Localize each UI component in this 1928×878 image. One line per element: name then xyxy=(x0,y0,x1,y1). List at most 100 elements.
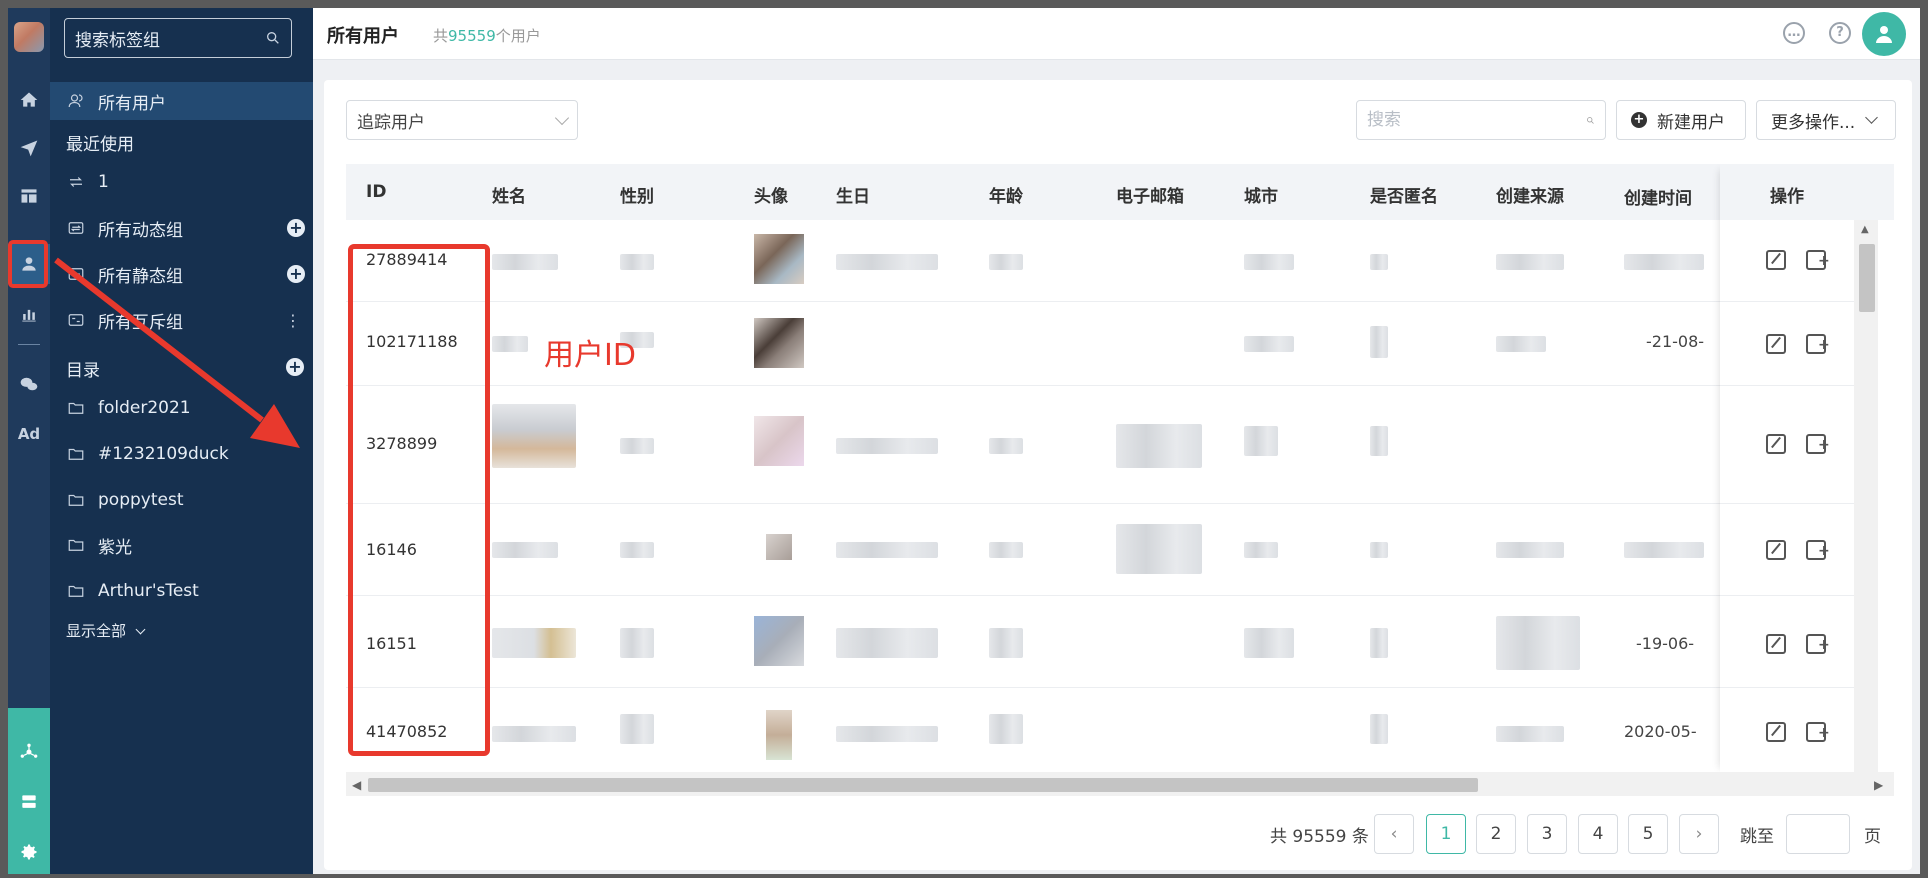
user-avatar-icon xyxy=(1876,26,1892,43)
column-header[interactable]: 性别 xyxy=(620,182,654,207)
sidebar-item-label: 所有静态组 xyxy=(98,266,183,287)
user-search-input[interactable] xyxy=(1367,110,1586,130)
next-page-button[interactable]: › xyxy=(1679,814,1719,854)
created-time-cell: -19-06- xyxy=(1636,634,1695,653)
gear-icon[interactable] xyxy=(8,832,50,872)
sidebar-item-label: #1232109duck xyxy=(98,444,229,464)
sidebar-item-dynamic-groups[interactable]: 所有动态组 + xyxy=(50,209,313,247)
page-button[interactable]: 3 xyxy=(1527,814,1567,854)
directory-heading: 目录 xyxy=(66,361,100,381)
page-button[interactable]: 4 xyxy=(1578,814,1618,854)
exclusive-group-icon xyxy=(66,310,86,330)
more-vertical-icon[interactable]: ⋮ xyxy=(285,311,301,330)
user-table: ID 姓名 性别 头像 生日 年龄 电子邮箱 城市 是否匿名 创建来源 创建时间… xyxy=(346,164,1894,774)
sidebar-item-static-groups[interactable]: 所有静态组 + xyxy=(50,255,313,293)
vertical-scrollbar-thumb[interactable] xyxy=(1859,244,1875,312)
folder-icon xyxy=(66,444,86,464)
layout-icon[interactable] xyxy=(8,176,50,216)
horizontal-scrollbar-thumb[interactable] xyxy=(368,778,1478,792)
app-logo xyxy=(14,22,44,52)
add-dynamic-group-icon[interactable]: + xyxy=(287,219,305,237)
home-icon[interactable] xyxy=(8,80,50,120)
user-avatar-thumbnail xyxy=(766,710,792,760)
column-header[interactable]: 电子邮箱 xyxy=(1116,182,1184,207)
user-avatar-thumbnail xyxy=(766,534,792,560)
sidebar-item-label: folder2021 xyxy=(98,398,191,418)
sidebar-item-folder[interactable]: 紫光 xyxy=(50,526,313,564)
sidebar-item-folder[interactable]: #1232109duck xyxy=(50,435,313,473)
app-window: Ad 搜索标签组 所有用户 最近使用 1 所有动态组 + 所有静态组 + 所有互… xyxy=(8,8,1920,874)
show-all-label: 显示全部 xyxy=(66,622,127,640)
column-header[interactable]: 年龄 xyxy=(989,182,1023,207)
user-avatar-thumbnail xyxy=(754,318,804,368)
page-unit-label: 页 xyxy=(1864,827,1881,847)
column-header[interactable]: 创建来源 xyxy=(1496,182,1564,207)
search-icon[interactable] xyxy=(1586,112,1595,129)
sidebar-item-folder[interactable]: Arthur'sTest xyxy=(50,572,313,610)
sidebar-item-all-users[interactable]: 所有用户 xyxy=(50,82,313,120)
column-header[interactable]: 创建时间 xyxy=(1624,184,1692,209)
prev-page-button[interactable]: ‹ xyxy=(1374,814,1414,854)
column-header[interactable]: 生日 xyxy=(836,182,870,207)
column-header[interactable]: 是否匿名 xyxy=(1370,182,1438,207)
page-button[interactable]: 1 xyxy=(1426,814,1466,854)
table-row: 27889414 xyxy=(346,220,1854,302)
sidebar-item-label: 所有用户 xyxy=(98,93,166,114)
table-row: 3278899 xyxy=(346,386,1854,504)
sidebar-item-folder[interactable]: poppytest xyxy=(50,481,313,519)
page-header: 所有用户 共95559个用户 … ? xyxy=(313,8,1920,60)
more-actions-label: 更多操作... xyxy=(1771,112,1856,133)
new-user-button[interactable]: + 新建用户 xyxy=(1616,100,1746,140)
show-all-link[interactable]: 显示全部 xyxy=(66,620,146,641)
users-icon xyxy=(66,91,86,111)
user-avatar-thumbnail xyxy=(754,234,804,284)
annotation-highlight-rail xyxy=(8,240,48,288)
sidebar-item-label: Arthur'sTest xyxy=(98,581,199,601)
page-button[interactable]: 5 xyxy=(1628,814,1668,854)
table-row: 16151 -19-06- xyxy=(346,596,1854,688)
filter-select-value: 追踪用户 xyxy=(357,112,425,133)
page-button[interactable]: 2 xyxy=(1476,814,1516,854)
help-icon[interactable]: ? xyxy=(1829,22,1851,44)
chat-icon[interactable]: … xyxy=(1783,22,1805,44)
search-icon xyxy=(267,31,279,44)
user-list-card: 追踪用户 + 新建用户 更多操作... ID 姓名 性别 头像 生日 年龄 电子… xyxy=(324,80,1912,870)
scroll-up-icon[interactable]: ▲ xyxy=(1861,224,1869,235)
server-icon[interactable] xyxy=(8,782,50,822)
add-directory-icon[interactable]: + xyxy=(286,358,304,376)
sidebar-item-recent-1[interactable]: 1 xyxy=(50,163,313,201)
annotation-highlight-box xyxy=(348,244,490,756)
user-filter-select[interactable]: 追踪用户 xyxy=(346,100,578,140)
folder-icon xyxy=(66,581,86,601)
icon-rail: Ad xyxy=(8,8,50,874)
created-time-cell: 2020-05- xyxy=(1624,722,1697,741)
column-header[interactable]: ID xyxy=(366,182,386,202)
tag-group-search-input[interactable]: 搜索标签组 xyxy=(64,18,292,58)
ad-icon[interactable]: Ad xyxy=(8,414,50,454)
column-header[interactable]: 头像 xyxy=(754,182,788,207)
sidebar-item-label: poppytest xyxy=(98,490,184,510)
network-icon[interactable] xyxy=(8,732,50,772)
jump-to-page-input[interactable] xyxy=(1786,814,1850,854)
scroll-right-icon[interactable]: ▶ xyxy=(1874,778,1883,792)
tag-group-sidebar: 搜索标签组 所有用户 最近使用 1 所有动态组 + 所有静态组 + 所有互斥组 … xyxy=(50,8,313,874)
new-user-label: 新建用户 xyxy=(1657,112,1725,133)
sidebar-item-exclusive-groups[interactable]: 所有互斥组 ⋮ xyxy=(50,301,313,339)
send-icon[interactable] xyxy=(8,128,50,168)
plus-circle-icon: + xyxy=(1631,112,1647,128)
scroll-left-icon[interactable]: ◀ xyxy=(352,778,361,792)
table-row: 41470852 2020-05- xyxy=(346,688,1854,774)
wechat-icon[interactable] xyxy=(8,364,50,404)
column-header[interactable]: 姓名 xyxy=(492,182,526,207)
sidebar-item-folder[interactable]: folder2021 xyxy=(50,389,313,427)
bar-chart-icon[interactable] xyxy=(8,294,50,334)
avatar[interactable] xyxy=(1862,12,1906,56)
page-title: 所有用户 xyxy=(327,26,399,47)
horizontal-scrollbar[interactable]: ◀ ▶ xyxy=(346,772,1894,796)
dynamic-group-icon xyxy=(66,218,86,238)
add-static-group-icon[interactable]: + xyxy=(287,265,305,283)
more-actions-button[interactable]: 更多操作... xyxy=(1756,100,1896,140)
sidebar-item-label: 1 xyxy=(98,172,109,192)
static-group-icon xyxy=(66,264,86,284)
column-header[interactable]: 城市 xyxy=(1244,182,1278,207)
